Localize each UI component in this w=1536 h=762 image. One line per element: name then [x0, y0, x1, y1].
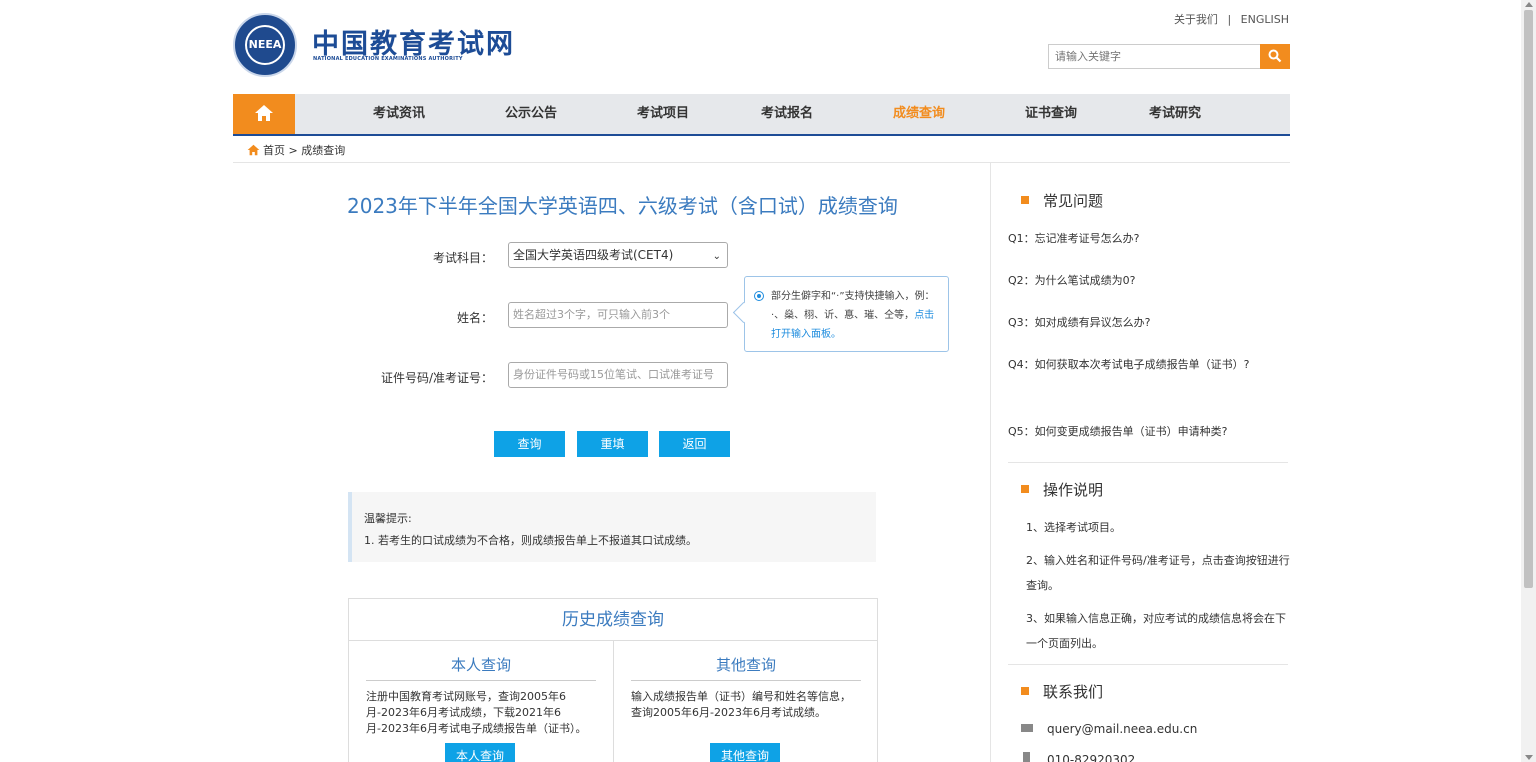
home-icon: [255, 105, 273, 121]
scroll-down-icon[interactable]: [1525, 755, 1533, 760]
input-tip: 部分生僻字和“·”支持快捷输入，例：·、燊、栩、䜣、惪、璀、仝等，点击打开输入面…: [744, 276, 949, 352]
ops-item: 2、输入姓名和证件号码/准考证号，点击查询按钮进行查询。: [1026, 554, 1290, 592]
faq-item[interactable]: Q2：为什么笔试成绩为0?: [1008, 269, 1288, 293]
other-query-desc: 输入成绩报告单（证书）编号和姓名等信息，查询2005年6月-2023年6月考试成…: [631, 690, 851, 719]
main-nav: 考试资讯 公示公告 考试项目 考试报名 成绩查询 证书查询 考试研究: [233, 94, 1290, 136]
phone-text: 010-82920302: [1047, 753, 1136, 762]
nav-home-button[interactable]: [233, 94, 295, 134]
info-radio-icon: [754, 291, 764, 301]
self-query-title: 本人查询: [366, 641, 596, 681]
search-input[interactable]: [1049, 45, 1260, 68]
scrollbar-thumb[interactable]: [1524, 10, 1533, 588]
notice-title: 温馨提示:: [364, 512, 412, 525]
query-button[interactable]: 查询: [494, 431, 565, 457]
nav-item-notice[interactable]: 公示公告: [465, 94, 597, 134]
nav-item-scores[interactable]: 成绩查询: [853, 94, 985, 134]
top-links: 关于我们 | ENGLISH: [1174, 11, 1289, 27]
page-scrollbar[interactable]: [1521, 0, 1536, 762]
ops-item: 1、选择考试项目。: [1026, 521, 1121, 534]
ops-heading: 操作说明: [1021, 479, 1103, 500]
chevron-down-icon: ⌄: [712, 251, 721, 262]
contact-email: query@mail.neea.edu.cn: [1021, 722, 1197, 736]
neea-logo[interactable]: NEEA: [233, 13, 297, 77]
history-panel: 历史成绩查询 本人查询 注册中国教育考试网账号，查询2005年6月-2023年6…: [348, 598, 878, 762]
faq-item[interactable]: Q4：如何获取本次考试电子成绩报告单（证书）?: [1008, 353, 1288, 377]
name-label: 姓名：: [456, 311, 493, 325]
home-icon: [247, 144, 260, 156]
id-label: 证件号码/准考证号：: [380, 371, 493, 385]
nav-item-certificates[interactable]: 证书查询: [985, 94, 1117, 134]
english-link[interactable]: ENGLISH: [1241, 13, 1289, 26]
nav-item-exams[interactable]: 考试项目: [597, 94, 729, 134]
faq-item[interactable]: Q1：忘记准考证号怎么办?: [1008, 227, 1288, 251]
nav-item-register[interactable]: 考试报名: [721, 94, 853, 134]
search-box: [1048, 44, 1290, 69]
id-input[interactable]: 身份证件号码或15位笔试、口试准考证号: [508, 362, 728, 388]
page-title: 2023年下半年全国大学英语四、六级考试（含口试）成绩查询: [347, 194, 898, 218]
sidebar-separator: [1008, 462, 1288, 463]
search-icon: [1268, 49, 1282, 63]
logo-text: NEEA: [245, 25, 285, 65]
phone-icon: [1023, 752, 1030, 762]
bullet-square-icon: [1021, 196, 1029, 204]
subject-select[interactable]: 全国大学英语四级考试(CET4) ⌄: [508, 242, 728, 268]
name-input[interactable]: 姓名超过3个字，可只输入前3个: [508, 302, 728, 328]
link-separator: |: [1227, 13, 1232, 26]
history-column-divider: [613, 641, 614, 762]
history-title: 历史成绩查询: [349, 599, 877, 641]
self-query-button[interactable]: 本人查询: [445, 743, 515, 762]
other-query-column: 其他查询 输入成绩报告单（证书）编号和姓名等信息，查询2005年6月-2023年…: [631, 641, 861, 762]
breadcrumb-home[interactable]: 首页: [263, 144, 285, 157]
faq-item[interactable]: Q3：如对成绩有异议怎么办?: [1008, 311, 1288, 335]
sidebar-divider: [990, 163, 991, 762]
breadcrumb-separator: >: [288, 144, 298, 157]
breadcrumb-current: 成绩查询: [301, 144, 346, 157]
bullet-square-icon: [1021, 485, 1029, 493]
search-button[interactable]: [1260, 44, 1290, 69]
tip-text: 部分生僻字和“·”支持快捷输入，例：·、燊、栩、䜣、惪、璀、仝等，: [771, 291, 930, 321]
notice-line: 1. 若考生的口试成绩为不合格，则成绩报告单上不报道其口试成绩。: [364, 534, 697, 547]
breadcrumb: 首页 > 成绩查询: [247, 142, 345, 158]
faq-title: 常见问题: [1043, 192, 1104, 210]
nav-item-news[interactable]: 考试资讯: [333, 94, 465, 134]
contact-phone: 010-82920302: [1021, 752, 1135, 762]
other-query-title: 其他查询: [631, 641, 861, 681]
notice-box: 温馨提示: 1. 若考生的口试成绩为不合格，则成绩报告单上不报道其口试成绩。: [348, 492, 876, 562]
reset-button[interactable]: 重填: [577, 431, 648, 457]
nav-item-research[interactable]: 考试研究: [1109, 94, 1241, 134]
self-query-column: 本人查询 注册中国教育考试网账号，查询2005年6月-2023年6月考试成绩，下…: [366, 641, 596, 762]
subject-value: 全国大学英语四级考试(CET4): [513, 248, 674, 262]
scroll-up-icon[interactable]: [1525, 2, 1533, 7]
about-link[interactable]: 关于我们: [1174, 11, 1218, 27]
mail-icon: [1021, 724, 1033, 732]
faq-item[interactable]: Q5：如何变更成绩报告单（证书）申请种类?: [1008, 420, 1288, 444]
self-query-desc: 注册中国教育考试网账号，查询2005年6月-2023年6月考试成绩，下载2021…: [366, 690, 587, 735]
ops-item: 3、如果输入信息正确，对应考试的成绩信息将会在下一个页面列出。: [1026, 612, 1286, 650]
other-query-button[interactable]: 其他查询: [710, 743, 780, 762]
back-button[interactable]: 返回: [659, 431, 730, 457]
content-divider: [233, 162, 1290, 163]
sidebar-separator: [1008, 664, 1288, 665]
bullet-square-icon: [1021, 687, 1029, 695]
site-subtitle: NATIONAL EDUCATION EXAMINATIONS AUTHORIT…: [313, 56, 463, 62]
email-text[interactable]: query@mail.neea.edu.cn: [1047, 722, 1197, 736]
contact-title: 联系我们: [1043, 683, 1104, 701]
faq-heading: 常见问题: [1021, 190, 1103, 211]
ops-title: 操作说明: [1043, 481, 1104, 499]
contact-heading: 联系我们: [1021, 681, 1103, 702]
subject-label: 考试科目：: [432, 251, 493, 265]
